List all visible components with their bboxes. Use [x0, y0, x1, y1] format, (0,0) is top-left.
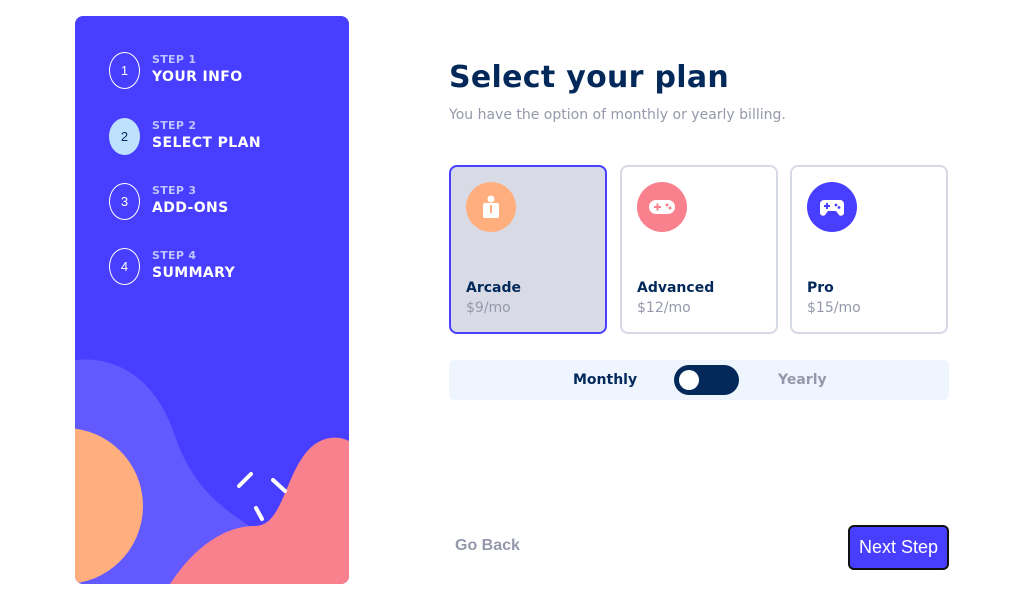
plan-card-arcade[interactable]: Arcade $9/mo — [449, 165, 607, 334]
step-label: STEP 3 — [152, 184, 197, 197]
step-title: YOUR INFO — [152, 69, 243, 85]
yearly-label[interactable]: Yearly — [778, 372, 827, 388]
step-number: 1 — [109, 51, 140, 89]
plan-name: Pro — [807, 280, 834, 296]
plan-price: $12/mo — [637, 300, 691, 316]
sidebar-step-3[interactable]: 3 STEP 3 ADD-ONS — [109, 181, 229, 221]
monthly-label[interactable]: Monthly — [573, 372, 637, 388]
step-number: 3 — [109, 182, 140, 220]
plan-name: Arcade — [466, 280, 522, 296]
next-step-button[interactable]: Next Step — [848, 525, 949, 570]
step-number: 4 — [109, 247, 140, 285]
step-title: ADD-ONS — [152, 200, 229, 216]
step-title: SUMMARY — [152, 265, 236, 281]
go-back-button[interactable]: Go Back — [455, 537, 520, 555]
toggle-knob — [679, 370, 699, 390]
page-title: Select your plan — [449, 60, 730, 95]
controller-icon — [807, 182, 857, 232]
billing-toggle[interactable] — [674, 365, 739, 395]
plan-price: $9/mo — [466, 300, 511, 316]
plan-card-advanced[interactable]: Advanced $12/mo — [620, 165, 778, 334]
step-label: STEP 2 — [152, 119, 197, 132]
gamepad-icon — [637, 182, 687, 232]
step-label: STEP 1 — [152, 53, 197, 66]
sidebar-step-1[interactable]: 1 STEP 1 YOUR INFO — [109, 50, 243, 90]
page-subtitle: You have the option of monthly or yearly… — [449, 107, 786, 123]
step-label: STEP 4 — [152, 249, 197, 262]
sidebar-decoration — [75, 359, 349, 584]
sidebar-step-2[interactable]: 2 STEP 2 SELECT PLAN — [109, 116, 261, 156]
arcade-icon — [466, 182, 516, 232]
sidebar: 1 STEP 1 YOUR INFO 2 STEP 2 SELECT PLAN … — [75, 16, 349, 584]
step-number: 2 — [109, 117, 140, 155]
plan-name: Advanced — [637, 280, 715, 296]
step-title: SELECT PLAN — [152, 135, 261, 151]
sidebar-step-4[interactable]: 4 STEP 4 SUMMARY — [109, 246, 235, 286]
plan-card-pro[interactable]: Pro $15/mo — [790, 165, 948, 334]
billing-toggle-bar: Monthly Yearly — [449, 360, 949, 400]
plan-price: $15/mo — [807, 300, 861, 316]
